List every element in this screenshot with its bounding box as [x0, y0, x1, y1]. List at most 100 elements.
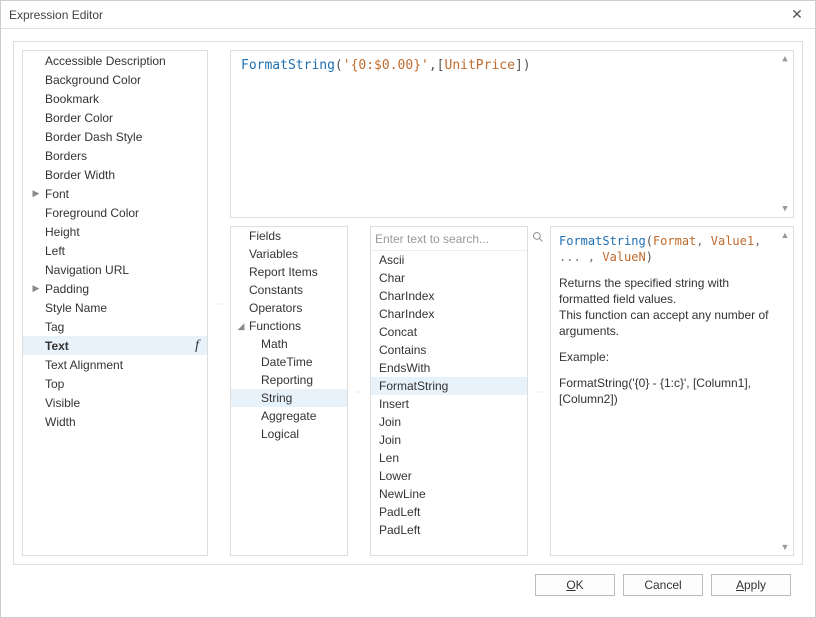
property-label: Accessible Description [43, 54, 207, 68]
help-desc-line1: Returns the specified string with format… [559, 275, 777, 307]
category-item[interactable]: Variables [231, 245, 347, 263]
cancel-button[interactable]: Cancel [623, 574, 703, 596]
function-item[interactable]: Concat [371, 323, 527, 341]
property-label: Style Name [43, 301, 207, 315]
scroll-up-icon[interactable]: ▲ [779, 53, 791, 65]
splitter-vertical-3[interactable]: ⋮ [536, 226, 542, 556]
category-label: Variables [247, 247, 298, 261]
function-item[interactable]: PadLeft [371, 503, 527, 521]
property-label: Font [43, 187, 207, 201]
help-panel: ▲ FormatString(Format, Value1, ... , Val… [550, 226, 794, 556]
category-item[interactable]: ◢Functions [231, 317, 347, 335]
property-item[interactable]: Width [23, 412, 207, 431]
property-item[interactable]: Textf [23, 336, 207, 355]
sig-arg2: Value1 [711, 234, 754, 248]
help-example: FormatString('{0} - {1:c}', [Column1], [… [559, 375, 777, 407]
function-item[interactable]: Ascii [371, 251, 527, 269]
splitter-vertical[interactable]: ⋮ [216, 50, 222, 556]
function-item[interactable]: Insert [371, 395, 527, 413]
close-icon: ✕ [791, 6, 803, 23]
property-item[interactable]: Style Name [23, 298, 207, 317]
property-label: Height [43, 225, 207, 239]
property-label: Foreground Color [43, 206, 207, 220]
category-label: String [247, 391, 292, 405]
property-item[interactable]: ▶Font [23, 184, 207, 203]
function-item[interactable]: Lower [371, 467, 527, 485]
help-scroll-up-icon[interactable]: ▲ [779, 229, 791, 241]
help-scroll-down-icon[interactable]: ▼ [779, 541, 791, 553]
function-item[interactable]: PadLeft [371, 521, 527, 539]
function-item[interactable]: Join [371, 431, 527, 449]
category-item[interactable]: DateTime [231, 353, 347, 371]
properties-panel[interactable]: Accessible Description Background Color Bo… [22, 50, 208, 556]
dialog-content: Accessible Description Background Color Bo… [1, 29, 815, 617]
category-label: Fields [247, 229, 281, 243]
category-label: Report Items [247, 265, 318, 279]
property-label: Border Dash Style [43, 130, 207, 144]
property-label: Bookmark [43, 92, 207, 106]
dialog-footer: OK Cancel Apply [13, 565, 803, 605]
sig-arg3: ValueN [602, 250, 645, 264]
property-item[interactable]: Bookmark [23, 89, 207, 108]
function-item[interactable]: NewLine [371, 485, 527, 503]
expr-token-comma: , [429, 58, 437, 73]
property-label: Tag [43, 320, 207, 334]
help-description: Returns the specified string with format… [559, 275, 777, 339]
expression-textarea[interactable]: ▲ FormatString('{0:$0.00}',[UnitPrice]) … [230, 50, 794, 218]
property-item[interactable]: ▶Padding [23, 279, 207, 298]
property-item[interactable]: Background Color [23, 70, 207, 89]
apply-button[interactable]: Apply [711, 574, 791, 596]
category-label: Reporting [247, 373, 313, 387]
property-label: Top [43, 377, 207, 391]
property-item[interactable]: Accessible Description [23, 51, 207, 70]
scroll-down-icon[interactable]: ▼ [779, 203, 791, 215]
function-item[interactable]: Contains [371, 341, 527, 359]
sig-arg1: Format [653, 234, 696, 248]
property-label: Width [43, 415, 207, 429]
property-item[interactable]: Left [23, 241, 207, 260]
function-item[interactable]: CharIndex [371, 305, 527, 323]
property-item[interactable]: Visible [23, 393, 207, 412]
property-item[interactable]: Text Alignment [23, 355, 207, 374]
property-item[interactable]: Borders [23, 146, 207, 165]
function-item[interactable]: Char [371, 269, 527, 287]
expr-token-close: ) [523, 58, 531, 73]
function-item[interactable]: FormatString [371, 377, 527, 395]
expr-token-open: ( [335, 58, 343, 73]
property-item[interactable]: Tag [23, 317, 207, 336]
sig-fn: FormatString [559, 234, 646, 248]
property-label: Border Color [43, 111, 207, 125]
search-input[interactable] [375, 232, 530, 246]
function-item[interactable]: EndsWith [371, 359, 527, 377]
category-label: Functions [247, 319, 301, 333]
property-item[interactable]: Foreground Color [23, 203, 207, 222]
ok-button[interactable]: OK [535, 574, 615, 596]
property-label: Text Alignment [43, 358, 207, 372]
category-item[interactable]: Logical [231, 425, 347, 443]
close-button[interactable]: ✕ [787, 5, 807, 25]
category-item[interactable]: Report Items [231, 263, 347, 281]
function-item[interactable]: CharIndex [371, 287, 527, 305]
function-item[interactable]: Len [371, 449, 527, 467]
category-item[interactable]: Reporting [231, 371, 347, 389]
property-item[interactable]: Height [23, 222, 207, 241]
category-item[interactable]: Math [231, 335, 347, 353]
property-item[interactable]: Border Width [23, 165, 207, 184]
category-label: Math [247, 337, 288, 351]
category-item[interactable]: Constants [231, 281, 347, 299]
category-item[interactable]: String [231, 389, 347, 407]
function-item[interactable]: Join [371, 413, 527, 431]
help-signature: FormatString(Format, Value1, ... , Value… [559, 233, 777, 265]
functions-list[interactable]: AsciiCharCharIndexCharIndexConcatContain… [371, 251, 527, 555]
property-item[interactable]: Navigation URL [23, 260, 207, 279]
category-item[interactable]: Fields [231, 227, 347, 245]
property-item[interactable]: Top [23, 374, 207, 393]
chevron-right-icon: ▶ [29, 283, 43, 294]
category-item[interactable]: Operators [231, 299, 347, 317]
splitter-vertical-2[interactable]: ⋮ [356, 226, 362, 556]
property-item[interactable]: Border Dash Style [23, 127, 207, 146]
category-item[interactable]: Aggregate [231, 407, 347, 425]
property-item[interactable]: Border Color [23, 108, 207, 127]
categories-panel[interactable]: Fields Variables Report Items ConstantsOper… [230, 226, 348, 556]
lower-panels: Fields Variables Report Items ConstantsOper… [230, 226, 794, 556]
